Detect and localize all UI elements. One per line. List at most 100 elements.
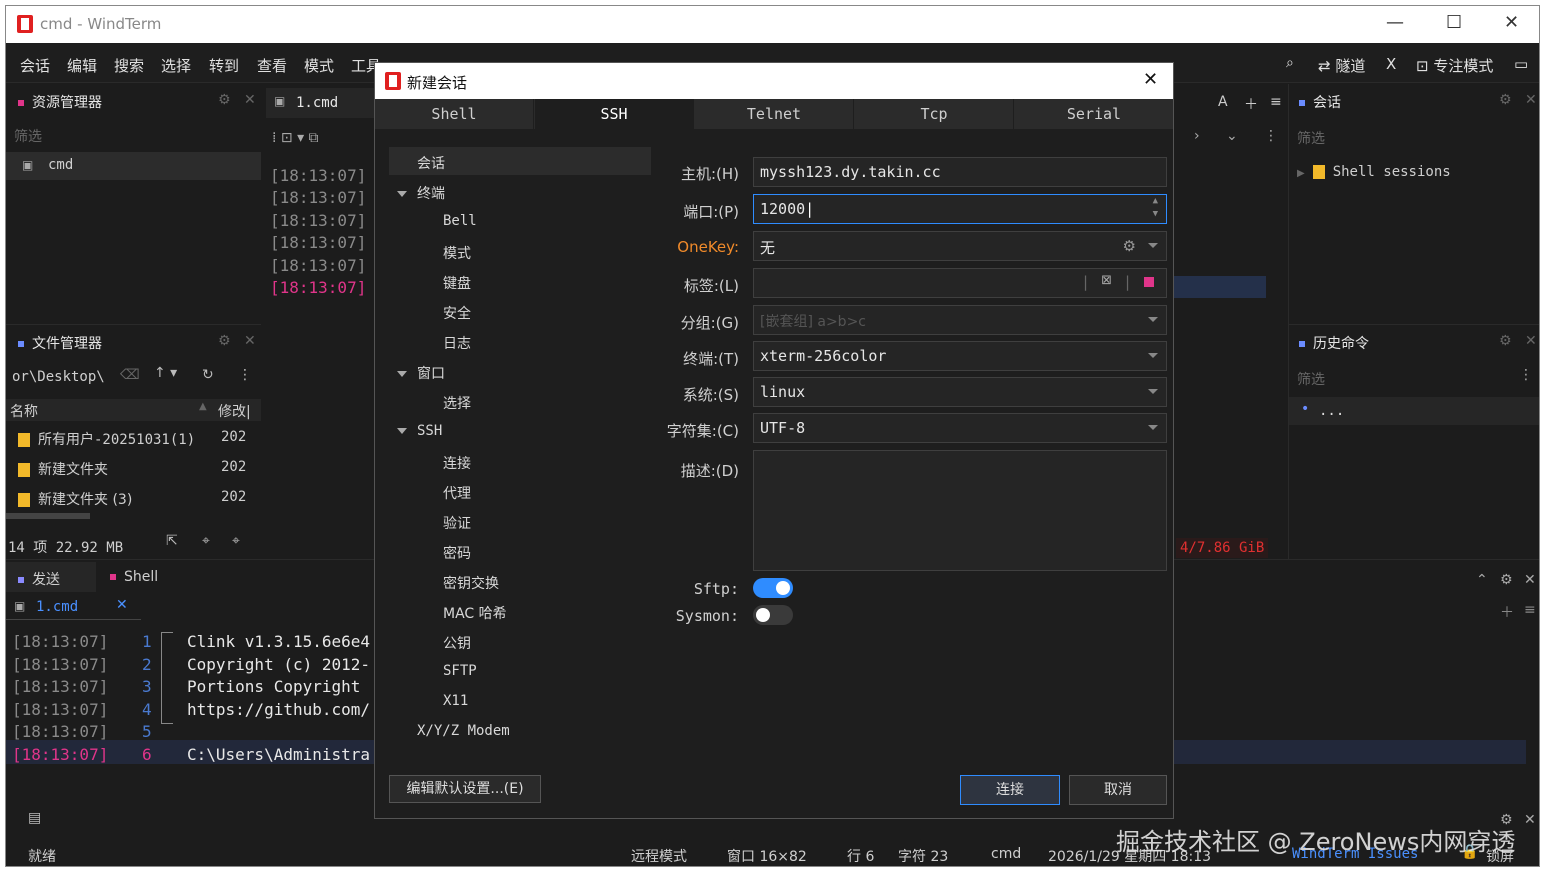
maximize-button[interactable]: ☐ bbox=[1446, 12, 1462, 33]
menu-icon[interactable]: ≡ bbox=[1524, 602, 1536, 618]
file-row[interactable]: 新建文件夹 (3) bbox=[18, 489, 132, 509]
path-field[interactable]: or\Desktop\ bbox=[12, 369, 105, 385]
group-select[interactable]: [嵌套组] a>b>c bbox=[753, 305, 1167, 335]
horizontal-scrollbar[interactable] bbox=[6, 513, 90, 519]
color-swatch[interactable] bbox=[1144, 277, 1154, 287]
close-dialog-button[interactable]: ✕ bbox=[1143, 69, 1158, 90]
tree-item-sftp[interactable]: SFTP bbox=[443, 663, 477, 679]
status-remote-mode[interactable]: 远程模式 bbox=[631, 846, 687, 866]
tunnel-button[interactable]: ⇄ 隧道 bbox=[1318, 55, 1365, 76]
close-window-button[interactable]: ✕ bbox=[1504, 12, 1519, 33]
tab-telnet[interactable]: Telnet bbox=[695, 99, 854, 129]
remote-location-icon[interactable]: ⌖ bbox=[232, 533, 240, 549]
close-icon[interactable]: ✕ bbox=[244, 333, 256, 349]
spinner-icon[interactable]: ▲ ▼ bbox=[1153, 195, 1158, 221]
more-icon[interactable]: ⋮ bbox=[238, 367, 252, 383]
tab-shell[interactable]: Shell bbox=[375, 99, 534, 129]
tree-item-mac[interactable]: MAC 哈希 bbox=[443, 603, 507, 623]
tree-item-proxy[interactable]: 代理 bbox=[443, 483, 471, 503]
cancel-button[interactable]: 取消 bbox=[1069, 775, 1167, 805]
clear-color-icon[interactable]: ⊠ bbox=[1101, 273, 1112, 288]
file-row[interactable]: 所有用户-20251031(1) bbox=[18, 429, 195, 449]
gear-icon[interactable]: ⚙ bbox=[1499, 92, 1512, 108]
upload-icon[interactable]: ⇱ bbox=[166, 533, 178, 549]
minimize-button[interactable]: — bbox=[1386, 12, 1404, 33]
close-icon[interactable]: ✕ bbox=[1525, 92, 1537, 108]
gear-icon[interactable]: ⚙ bbox=[1123, 237, 1136, 255]
add-icon[interactable]: ＋ bbox=[1244, 94, 1258, 114]
bottom-subtab[interactable]: ▣ 1.cmd ✕ bbox=[6, 594, 141, 620]
tree-item-auth[interactable]: 验证 bbox=[443, 513, 471, 533]
x-button[interactable]: X bbox=[1386, 55, 1396, 73]
sftp-toggle[interactable] bbox=[753, 578, 793, 598]
more-icon[interactable]: ⋮ bbox=[1264, 128, 1278, 144]
history-item[interactable]: • ... bbox=[1289, 397, 1539, 425]
tree-item-keyboard[interactable]: 键盘 bbox=[443, 273, 471, 293]
tree-item-log[interactable]: 日志 bbox=[443, 333, 471, 353]
close-icon[interactable]: ✕ bbox=[244, 92, 256, 108]
chevron-right-icon[interactable]: › bbox=[1194, 128, 1200, 144]
status-shell[interactable]: cmd bbox=[991, 846, 1021, 862]
close-icon[interactable]: ✕ bbox=[116, 597, 128, 613]
menu-session[interactable]: 会话 bbox=[20, 55, 50, 76]
tree-item-kex[interactable]: 密钥交换 bbox=[443, 573, 499, 593]
menu-mode[interactable]: 模式 bbox=[304, 55, 334, 76]
tab-serial[interactable]: Serial bbox=[1015, 99, 1173, 129]
tab-send[interactable]: 发送 bbox=[6, 562, 96, 592]
col-name[interactable]: 名称 bbox=[10, 401, 38, 421]
onekey-select[interactable]: 无 ⚙ bbox=[753, 231, 1167, 261]
up-arrow-icon[interactable]: ↑ ▾ bbox=[154, 365, 177, 381]
menu-edit[interactable]: 编辑 bbox=[67, 55, 97, 76]
search-icon[interactable]: ⌕ bbox=[1286, 55, 1294, 71]
location-icon[interactable]: ⌖ bbox=[202, 533, 210, 549]
explorer-filter[interactable]: 筛选 bbox=[14, 126, 42, 146]
sysmon-toggle[interactable] bbox=[753, 605, 793, 625]
new-tab-icon[interactable]: ⁞ ⊡ ▾ ⧉ bbox=[272, 130, 319, 146]
tree-item-terminal[interactable]: 终端 bbox=[397, 183, 445, 203]
description-textarea[interactable] bbox=[753, 450, 1167, 571]
menu-goto[interactable]: 转到 bbox=[209, 55, 239, 76]
tree-item-bell[interactable]: Bell bbox=[443, 213, 477, 229]
add-icon[interactable]: ＋ bbox=[1500, 602, 1514, 622]
tab-ssh[interactable]: SSH bbox=[535, 99, 694, 129]
terminal-select[interactable]: xterm-256color bbox=[753, 341, 1167, 371]
port-input[interactable]: 12000| ▲ ▼ bbox=[753, 194, 1167, 224]
tab-tcp[interactable]: Tcp bbox=[855, 99, 1014, 129]
close-icon[interactable]: ✕ bbox=[1525, 333, 1537, 349]
refresh-icon[interactable]: ↻ bbox=[202, 367, 214, 383]
history-filter[interactable]: 筛选 bbox=[1297, 369, 1325, 389]
menu-icon[interactable]: ≡ bbox=[1270, 94, 1282, 110]
gear-icon[interactable]: ⚙ bbox=[1499, 333, 1512, 349]
menu-search[interactable]: 搜索 bbox=[114, 55, 144, 76]
tag-input[interactable]: | ⊠ | bbox=[753, 268, 1167, 298]
tree-item-password[interactable]: 密码 bbox=[443, 543, 471, 563]
menu-view[interactable]: 查看 bbox=[257, 55, 287, 76]
tree-item-modem[interactable]: X/Y/Z Modem bbox=[417, 723, 510, 739]
gear-icon[interactable]: ⚙ bbox=[1500, 572, 1513, 588]
doc-icon[interactable]: ▤ bbox=[28, 810, 41, 826]
tree-item-select[interactable]: 选择 bbox=[443, 393, 471, 413]
tab-shell[interactable]: Shell bbox=[110, 569, 158, 585]
tree-item-security[interactable]: 安全 bbox=[443, 303, 471, 323]
tree-item-window[interactable]: 窗口 bbox=[397, 363, 445, 383]
connect-button[interactable]: 连接 bbox=[960, 775, 1060, 805]
focus-mode-button[interactable]: ⊡ 专注模式 bbox=[1416, 55, 1493, 76]
charset-select[interactable]: UTF-8 bbox=[753, 413, 1167, 443]
close-icon[interactable]: ✕ bbox=[1524, 572, 1536, 588]
close-icon[interactable]: ✕ bbox=[1524, 812, 1536, 828]
clear-path-icon[interactable]: ⌫ bbox=[120, 367, 140, 383]
file-row[interactable]: 新建文件夹 bbox=[18, 459, 108, 479]
tree-item-pubkey[interactable]: 公钥 bbox=[443, 633, 471, 653]
terminal-tab[interactable]: ▣ 1.cmd bbox=[266, 88, 376, 118]
gear-icon[interactable]: ⚙ bbox=[218, 92, 231, 108]
tree-item-ssh[interactable]: SSH bbox=[397, 423, 442, 439]
menu-select[interactable]: 选择 bbox=[161, 55, 191, 76]
explorer-item-cmd[interactable]: ▣ cmd bbox=[6, 152, 261, 180]
font-icon[interactable]: A bbox=[1218, 94, 1228, 110]
system-select[interactable]: linux bbox=[753, 377, 1167, 407]
layout-icon[interactable]: ▭ bbox=[1514, 55, 1528, 73]
sessions-filter[interactable]: 筛选 bbox=[1297, 128, 1325, 148]
chevron-down-icon[interactable]: ⌄ bbox=[1226, 128, 1238, 144]
session-group-shell[interactable]: ▶ Shell sessions bbox=[1297, 164, 1451, 180]
tree-item-mode[interactable]: 模式 bbox=[443, 243, 471, 263]
